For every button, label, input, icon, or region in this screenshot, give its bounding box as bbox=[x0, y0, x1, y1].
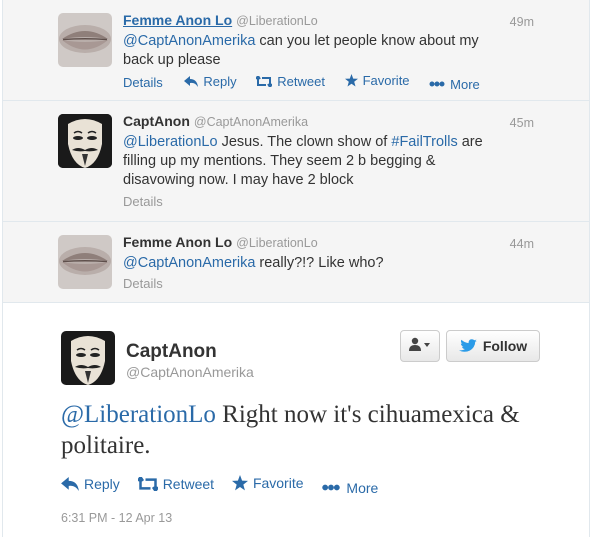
avatar[interactable] bbox=[58, 13, 112, 67]
favorite-label: Favorite bbox=[252, 475, 304, 491]
tweet-text: @CaptAnonAmerika can you let people know… bbox=[123, 32, 503, 70]
author-name[interactable]: CaptAnon bbox=[126, 341, 217, 363]
tweet-actions: Reply Retweet Favorite More bbox=[61, 475, 392, 496]
tweet-actions: Details Reply Retweet Favorite More bbox=[123, 73, 496, 92]
reply-button[interactable]: Reply bbox=[61, 476, 120, 492]
more-button[interactable]: More bbox=[429, 77, 480, 92]
reply-icon bbox=[61, 477, 79, 491]
follow-label: Follow bbox=[482, 338, 528, 354]
tweet-time[interactable]: 49m bbox=[510, 15, 534, 29]
avatar[interactable] bbox=[58, 235, 112, 289]
retweet-label: Retweet bbox=[162, 476, 215, 492]
author-name[interactable]: Femme Anon Lo bbox=[123, 12, 232, 28]
star-icon bbox=[344, 74, 358, 87]
favorite-button[interactable]: Favorite bbox=[344, 73, 410, 88]
tweet-text: @LiberationLo Jesus. The clown show of #… bbox=[123, 133, 503, 190]
author-handle[interactable]: @CaptAnonAmerika bbox=[194, 115, 308, 129]
tweet-text: @LiberationLo Right now it's cihuamexica… bbox=[61, 399, 541, 461]
more-icon bbox=[429, 81, 445, 87]
more-label: More bbox=[450, 76, 480, 92]
tweet-item[interactable]: Femme Anon Lo @LiberationLo 44m @CaptAnon… bbox=[3, 222, 589, 303]
retweet-label: Retweet bbox=[277, 74, 325, 89]
reply-icon bbox=[184, 76, 199, 87]
tweet-item[interactable]: Femme Anon Lo @LiberationLo 49m @CaptAnon… bbox=[3, 0, 589, 101]
details-link[interactable]: Details bbox=[123, 194, 163, 209]
avatar[interactable] bbox=[58, 114, 112, 168]
tweet-time[interactable]: 45m bbox=[510, 116, 534, 130]
mention-link[interactable]: @CaptAnonAmerika bbox=[123, 33, 255, 49]
avatar[interactable] bbox=[61, 331, 115, 385]
reply-label: Reply bbox=[84, 476, 120, 492]
retweet-icon bbox=[256, 76, 273, 87]
bird-icon bbox=[458, 339, 477, 352]
reply-label: Reply bbox=[203, 74, 237, 89]
mention-link[interactable]: @LiberationLo bbox=[61, 401, 216, 428]
mention-link[interactable]: @CaptAnonAmerika bbox=[123, 255, 255, 271]
reply-button[interactable]: Reply bbox=[184, 74, 237, 89]
focused-tweet: CaptAnon @CaptAnonAmerika Follow @Libera… bbox=[3, 303, 589, 537]
retweet-button[interactable]: Retweet bbox=[256, 74, 325, 89]
more-label: More bbox=[346, 479, 379, 496]
author-handle[interactable]: @LiberationLo bbox=[236, 236, 318, 250]
tweet-body: Jesus. The clown show of bbox=[217, 134, 392, 150]
favorite-label: Favorite bbox=[362, 73, 410, 88]
favorite-button[interactable]: Favorite bbox=[231, 475, 304, 491]
retweet-button[interactable]: Retweet bbox=[137, 476, 215, 492]
tweet-item[interactable]: CaptAnon @CaptAnonAmerika 45m @Liberation… bbox=[3, 101, 589, 222]
tweet-timestamp[interactable]: 6:31 PM - 12 Apr 13 bbox=[61, 511, 172, 525]
hashtag-link[interactable]: #FailTrolls bbox=[391, 134, 457, 150]
follow-button[interactable]: Follow bbox=[446, 330, 540, 362]
author-handle[interactable]: @LiberationLo bbox=[236, 14, 318, 28]
user-dropdown-icon bbox=[409, 337, 431, 356]
more-button[interactable]: More bbox=[321, 480, 378, 496]
tweet-body: really?!? Like who? bbox=[255, 255, 384, 271]
author-name[interactable]: Femme Anon Lo bbox=[123, 234, 232, 250]
author-name[interactable]: CaptAnon bbox=[123, 113, 190, 129]
mention-link[interactable]: @LiberationLo bbox=[123, 134, 218, 150]
tweet-actions: Details bbox=[123, 194, 181, 209]
star-icon bbox=[231, 475, 248, 491]
details-link[interactable]: Details bbox=[123, 276, 163, 291]
tweet-text: @CaptAnonAmerika really?!? Like who? bbox=[123, 254, 503, 273]
details-link[interactable]: Details bbox=[123, 75, 163, 90]
retweet-icon bbox=[137, 477, 158, 491]
more-icon bbox=[321, 484, 341, 491]
author-handle[interactable]: @CaptAnonAmerika bbox=[126, 364, 254, 380]
user-actions-button[interactable] bbox=[400, 330, 440, 362]
tweet-time[interactable]: 44m bbox=[510, 237, 534, 251]
tweet-actions: Details bbox=[123, 276, 181, 291]
